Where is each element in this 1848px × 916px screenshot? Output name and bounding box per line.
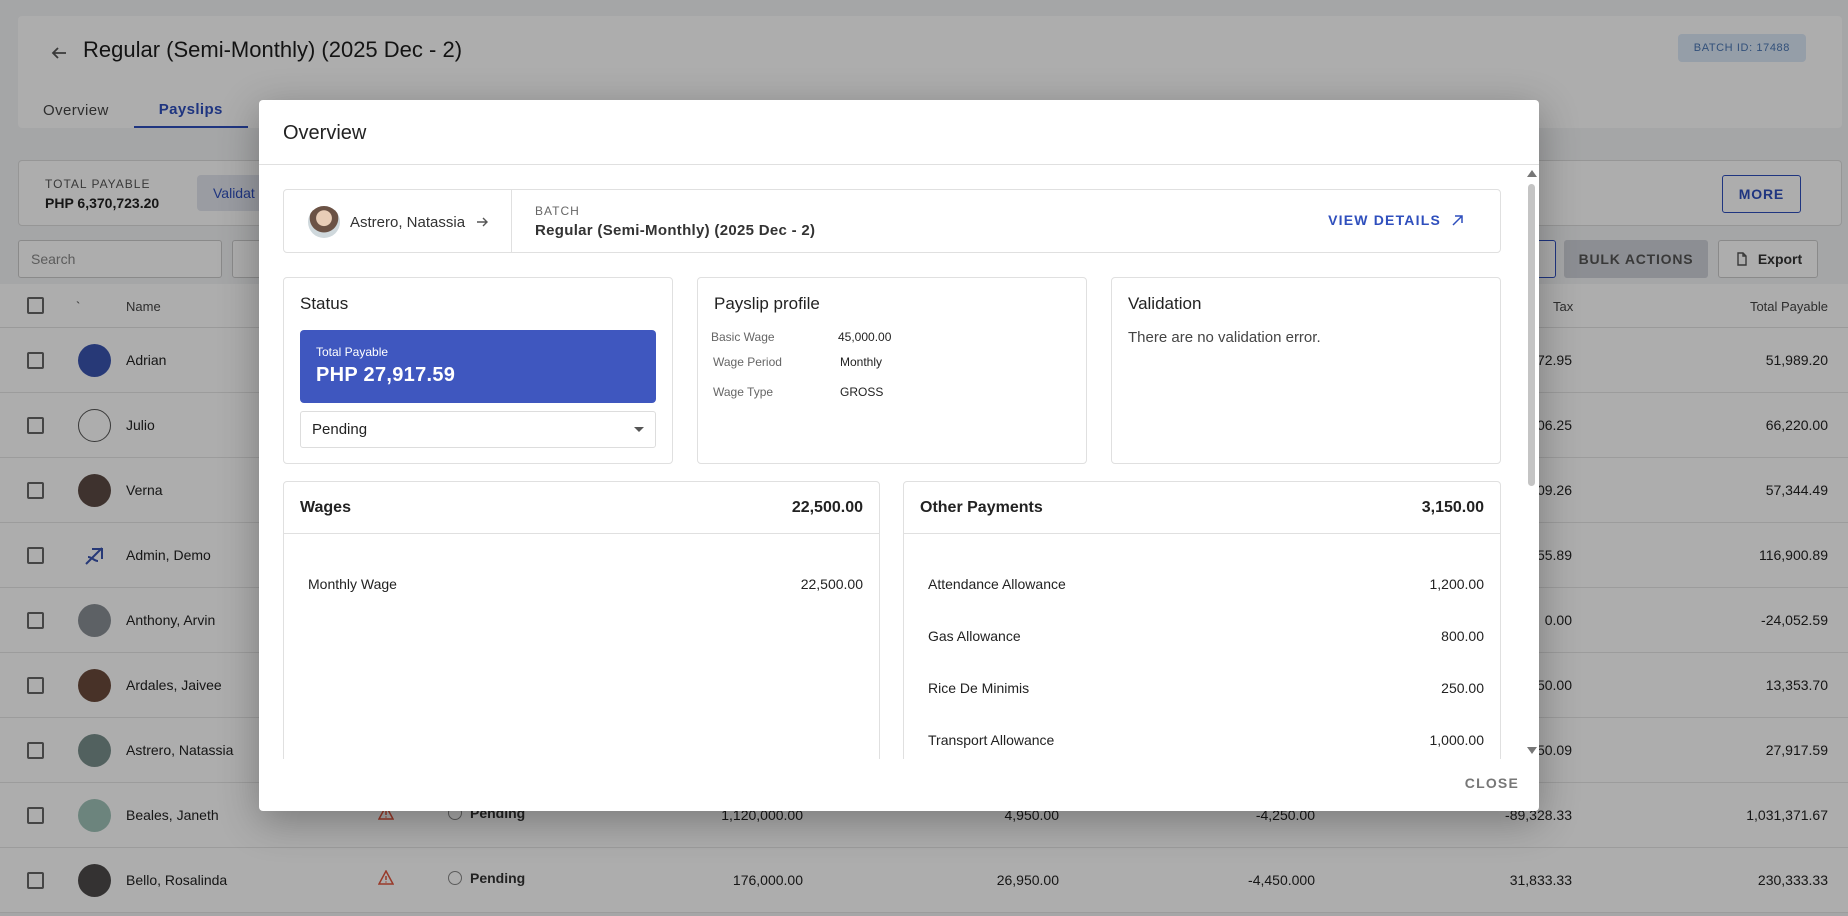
profile-key: Wage Period [713,355,782,369]
other-payments-total: 3,150.00 [1421,499,1484,516]
payment-line-item: Gas Allowance 800.00 [928,628,1484,644]
line-item-value: 22,500.00 [800,576,863,592]
scroll-up-arrow-icon[interactable] [1527,170,1537,177]
line-item-label: Gas Allowance [928,628,1021,644]
batch-name: Regular (Semi-Monthly) (2025 Dec - 2) [535,222,816,239]
validation-message: There are no validation error. [1128,329,1321,346]
profile-row: Wage Period Monthly [713,355,882,369]
line-item-value: 1,000.00 [1429,732,1485,748]
dialog-divider [259,164,1539,165]
avatar [308,206,340,238]
batch-label: BATCH [535,204,580,218]
validation-title: Validation [1128,294,1202,313]
profile-value: GROSS [840,385,884,399]
validation-card: Validation There are no validation error… [1111,277,1501,464]
profile-row: Basic Wage 45,000.00 [711,330,891,344]
dialog-scrollbar[interactable] [1526,170,1538,756]
payslip-profile-card: Payslip profile Basic Wage 45,000.00 Wag… [697,277,1087,464]
line-item-label: Transport Allowance [928,732,1055,748]
profile-value: Monthly [840,355,883,369]
scroll-thumb[interactable] [1528,184,1535,486]
other-payments-header: Other Payments 3,150.00 [904,482,1500,534]
wages-title: Wages [300,499,351,516]
status-card: Status Total Payable PHP 27,917.59 Pendi… [283,277,673,464]
line-item-label: Rice De Minimis [928,680,1030,696]
wages-card: Wages 22,500.00 Monthly Wage 22,500.00 [283,481,880,759]
status-select[interactable]: Pending [300,411,656,448]
view-details-link[interactable]: VIEW DETAILS [1328,212,1464,228]
total-payable-label: Total Payable [316,345,389,359]
divider [511,190,512,252]
profile-title: Payslip profile [714,294,820,313]
overview-dialog: Overview Astrero, Natassia BATCH Regular… [259,100,1539,811]
status-select-value: Pending [312,421,368,438]
profile-key: Basic Wage [711,330,775,344]
wages-header: Wages 22,500.00 [284,482,879,534]
line-item-label: Monthly Wage [308,576,397,592]
wage-line-item: Monthly Wage 22,500.00 [308,576,863,592]
dialog-title: Overview [283,122,367,144]
line-item-value: 800.00 [1441,628,1484,644]
total-payable-box: Total Payable PHP 27,917.59 [300,330,656,403]
employee-chip[interactable]: Astrero, Natassia [308,206,489,238]
payment-line-item: Rice De Minimis 250.00 [928,680,1484,696]
view-details-label: VIEW DETAILS [1328,212,1441,228]
wages-total: 22,500.00 [791,499,863,516]
close-button[interactable]: CLOSE [1465,775,1519,791]
employee-name: Astrero, Natassia [350,213,466,231]
line-item-value: 1,200.00 [1429,576,1485,592]
line-item-value: 250.00 [1441,680,1484,696]
employee-batch-bar: Astrero, Natassia BATCH Regular (Semi-Mo… [283,189,1501,253]
profile-row: Wage Type GROSS [713,385,883,399]
other-payments-card: Other Payments 3,150.00 Attendance Allow… [903,481,1501,759]
line-item-label: Attendance Allowance [928,576,1066,592]
chevron-down-icon [634,427,644,432]
other-payments-title: Other Payments [920,499,1043,516]
profile-key: Wage Type [713,385,774,399]
arrow-right-icon [477,217,489,227]
dialog-body: Astrero, Natassia BATCH Regular (Semi-Mo… [283,189,1501,759]
profile-value: 45,000.00 [838,330,892,344]
payment-line-item: Attendance Allowance 1,200.00 [928,576,1484,592]
total-payable-value: PHP 27,917.59 [316,364,456,386]
scroll-down-arrow-icon[interactable] [1527,747,1537,754]
external-link-icon [1452,214,1463,226]
payment-line-item: Transport Allowance 1,000.00 [928,732,1484,748]
status-title: Status [300,294,349,313]
